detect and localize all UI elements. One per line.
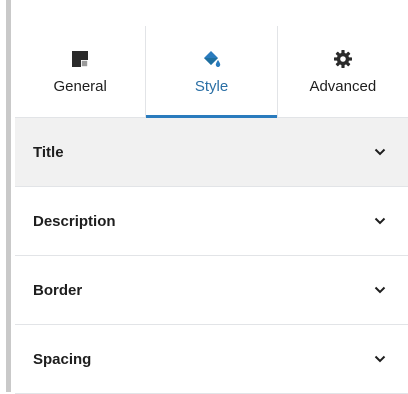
tab-advanced[interactable]: Advanced	[278, 26, 408, 117]
settings-tabs: General Style Advanced	[15, 26, 408, 118]
left-edge-rail	[0, 0, 13, 392]
section-label: Border	[33, 281, 83, 299]
layout-block-icon	[72, 50, 89, 67]
tab-label: Advanced	[309, 77, 377, 95]
chevron-down-icon	[374, 148, 386, 156]
section-description[interactable]: Description	[15, 187, 408, 256]
paint-bucket-icon	[204, 50, 221, 67]
chevron-down-icon	[374, 217, 386, 225]
tab-style[interactable]: Style	[146, 26, 278, 118]
tab-label: General	[53, 77, 107, 95]
style-sections: Title Description Border Spacing	[15, 118, 408, 394]
section-border[interactable]: Border	[15, 256, 408, 325]
section-label: Spacing	[33, 350, 92, 368]
settings-panel: General Style Advanced Title Description…	[15, 0, 408, 394]
section-label: Title	[33, 143, 64, 161]
section-title[interactable]: Title	[15, 118, 408, 187]
gear-icon	[333, 49, 352, 68]
section-label: Description	[33, 212, 116, 230]
chevron-down-icon	[374, 286, 386, 294]
panel-top-spacer	[15, 0, 408, 26]
chevron-down-icon	[374, 355, 386, 363]
tab-general[interactable]: General	[15, 26, 147, 117]
section-spacing[interactable]: Spacing	[15, 325, 408, 394]
tab-label: Style	[194, 77, 229, 95]
